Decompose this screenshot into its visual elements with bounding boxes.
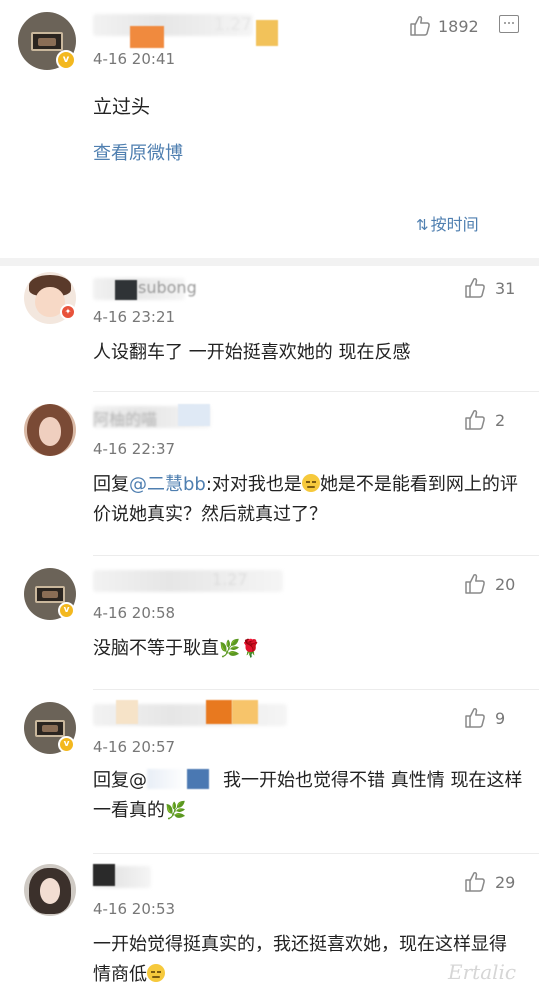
- comment-time: 4-16 22:37: [93, 440, 176, 458]
- sort-by-time-button[interactable]: ⇅ 按时间: [416, 211, 479, 235]
- verified-badge-icon: v: [58, 736, 75, 753]
- avatar-image: [30, 31, 64, 52]
- mention-link[interactable]: @二慧bb: [129, 474, 206, 495]
- commenter-name-fragment: 1.27: [212, 570, 248, 589]
- thumb-up-icon: [463, 572, 487, 596]
- comment-like-button[interactable]: 20: [463, 572, 515, 596]
- comment-text: 回复@二慧bb:对对我也是 她是不是能看到网上的评价说她真实？然后就真过了？: [93, 470, 523, 530]
- sort-label: 按时间: [430, 215, 479, 234]
- comment-time: 4-16 20:57: [93, 738, 176, 756]
- comment-like-button[interactable]: 9: [463, 706, 505, 730]
- name-redaction-mark-2: [256, 20, 278, 46]
- commenter-name-fragment: subong: [138, 278, 197, 297]
- comment-time: 4-16 20:53: [93, 900, 176, 918]
- reply-prefix: 回复: [93, 474, 129, 495]
- comment-text-part: :对对我也是: [205, 474, 302, 495]
- comment-like-count: 29: [495, 872, 516, 892]
- section-divider: [0, 258, 539, 266]
- post-time: 4-16 20:41: [93, 50, 176, 68]
- comment-text: 人设翻车了 一开始挺喜欢她的 现在反感: [93, 342, 411, 363]
- name-redaction-mark: [130, 26, 164, 48]
- mention-redacted[interactable]: [147, 769, 187, 789]
- verified-badge-icon: v: [56, 50, 76, 70]
- comment-text-part: 没脑不等于耿直: [93, 638, 219, 659]
- name-redaction-mark: [93, 864, 115, 886]
- comment-item: ✦ subong 4-16 23:21 人设翻车了 一开始挺喜欢她的 现在反感 …: [0, 266, 539, 392]
- thumb-up-icon: [408, 14, 432, 38]
- sprout-emoji-icon: 🌿: [165, 801, 187, 821]
- commenter-avatar[interactable]: [24, 404, 76, 456]
- smirk-emoji-icon: [147, 964, 165, 982]
- comment-like-button[interactable]: 29: [463, 870, 515, 894]
- avatar-image: [35, 719, 65, 738]
- thumb-up-icon: [463, 276, 487, 300]
- name-redaction-mark-2: [206, 700, 232, 724]
- comment-like-count: 20: [495, 574, 516, 594]
- commenter-name-blurred[interactable]: [93, 570, 283, 592]
- rose-emoji-icon: 🌹: [240, 639, 262, 659]
- post-text: 立过头: [93, 96, 151, 118]
- comment-item: 阿柚的喵 4-16 22:37 回复@二慧bb:对对我也是 她是不是能看到网上的评…: [0, 392, 539, 556]
- thumb-up-icon: [463, 870, 487, 894]
- name-redaction-mark: [116, 700, 138, 724]
- post-author-name-fragment: 1.27: [214, 15, 252, 35]
- member-badge-icon: ✦: [60, 304, 76, 320]
- comment-text: 没脑不等于耿直🌿🌹: [93, 634, 523, 664]
- avatar-image: [35, 585, 65, 604]
- name-redaction-mark: [178, 404, 210, 426]
- comment-more-icon[interactable]: [499, 15, 519, 33]
- comment-like-button[interactable]: 2: [463, 408, 505, 432]
- sprout-emoji-icon: 🌿: [219, 639, 241, 659]
- comment-item: v 1.27 4-16 20:58 没脑不等于耿直🌿🌹 20: [0, 556, 539, 690]
- thumb-up-icon: [463, 408, 487, 432]
- commenter-name-fragment: 阿柚的喵: [93, 410, 158, 429]
- weibo-comment-page: v 1.27 4-16 20:41 1892 立过头 查看原微博 ⇅ 按时间 ✦…: [0, 0, 539, 1000]
- thumb-up-icon: [463, 706, 487, 730]
- comment-like-count: 9: [495, 708, 506, 728]
- reply-prefix: 回复@: [93, 770, 147, 791]
- name-redaction-mark-3: [232, 700, 258, 724]
- avatar-face: [38, 417, 62, 446]
- post-like-button[interactable]: 1892: [408, 12, 479, 40]
- smirk-emoji-icon: [301, 474, 320, 492]
- post-like-count: 1892: [438, 16, 479, 36]
- comment-like-count: 31: [495, 278, 516, 298]
- comment-text: 回复@ 我一开始也觉得不错 真性情 现在这样一看真的🌿: [93, 766, 523, 826]
- watermark: Ertalic: [448, 960, 517, 984]
- sort-icon: ⇅: [416, 216, 429, 234]
- name-redaction-mark: [115, 280, 137, 300]
- comment-time: 4-16 20:58: [93, 604, 176, 622]
- mention-redaction-mark: [187, 769, 209, 789]
- comment-like-button[interactable]: 31: [463, 276, 515, 300]
- avatar-face: [39, 877, 61, 904]
- original-post: v 1.27 4-16 20:41 1892 立过头 查看原微博 ⇅ 按时间: [0, 0, 539, 258]
- view-original-link[interactable]: 查看原微博: [93, 139, 183, 165]
- comment-item: v 4-16 20:57 回复@ 我一开始也觉得不错 真性情 现在这样一看真的🌿 …: [0, 690, 539, 854]
- comment-like-count: 2: [495, 410, 506, 430]
- commenter-avatar[interactable]: [24, 864, 76, 916]
- verified-badge-icon: v: [58, 602, 75, 619]
- comment-time: 4-16 23:21: [93, 308, 176, 326]
